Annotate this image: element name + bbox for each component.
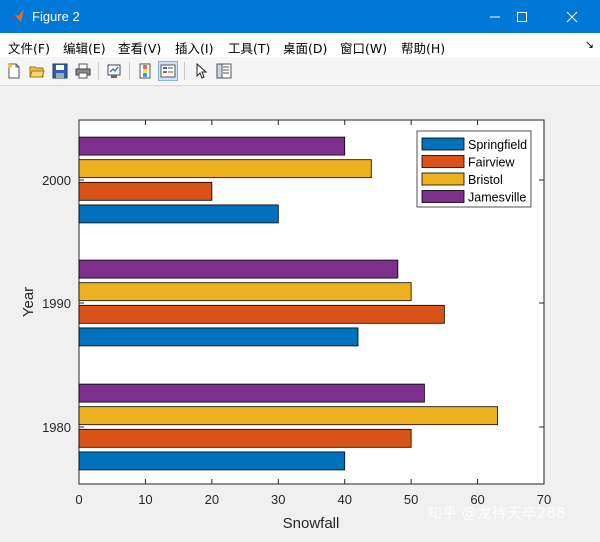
bar-bristol-1980[interactable] <box>78 406 498 426</box>
y-tick-label: 1990 <box>42 296 71 311</box>
close-button[interactable] <box>549 0 595 33</box>
bar-fairview-1980[interactable] <box>78 428 412 448</box>
menu-overflow-arrow-icon[interactable]: ↘ <box>585 38 594 51</box>
bar-fairview-2000[interactable] <box>78 181 213 201</box>
legend-label-fairview: Fairview <box>468 156 516 170</box>
bar-bristol-1990[interactable] <box>78 282 412 302</box>
legend-swatch-springfield <box>421 137 465 151</box>
bar-jamesville-2000[interactable] <box>78 136 346 156</box>
bar-chart[interactable]: 0 10 20 30 40 50 60 70 198019902000 Snowfall Ye… <box>1 86 599 537</box>
legend-swatch-jamesville <box>421 190 465 203</box>
menu-desktop[interactable]: 桌面(D) <box>283 38 327 57</box>
x-tick-label: 10 <box>138 492 152 507</box>
bar-jamesville-1980[interactable] <box>78 383 425 403</box>
menu-view[interactable]: 查看(V) <box>118 38 161 57</box>
save-icon <box>52 63 68 79</box>
menu-bar: 文件(F) 编辑(E) 查看(V) 插入(I) 工具(T) 桌面(D) 窗口(W… <box>0 33 600 57</box>
matlab-logo-icon <box>10 9 24 22</box>
insert-colorbar-icon <box>139 63 151 79</box>
legend-swatch-bristol <box>421 172 465 186</box>
title-bar: Figure 2 <box>0 0 600 33</box>
link-plot-button[interactable] <box>104 61 124 81</box>
x-tick-label: 0 <box>75 492 82 507</box>
x-tick-label: 30 <box>271 492 285 507</box>
edit-plot-arrow-icon <box>196 63 208 79</box>
bar-springfield-2000[interactable] <box>78 204 279 224</box>
toolbar-separator <box>98 62 99 80</box>
open-file-icon <box>29 66 45 78</box>
insert-colorbar-button[interactable] <box>135 61 155 81</box>
menu-help[interactable]: 帮助(H) <box>401 38 445 57</box>
close-icon <box>566 11 578 22</box>
bar-springfield-1980[interactable] <box>78 451 346 471</box>
menu-edit[interactable]: 编辑(E) <box>63 38 106 57</box>
link-plot-icon <box>107 64 121 78</box>
menu-insert[interactable]: 插入(I) <box>175 38 213 57</box>
menu-window[interactable]: 窗口(W) <box>340 38 387 57</box>
new-figure-button[interactable] <box>4 61 24 81</box>
menu-file[interactable]: 文件(F) <box>8 38 50 57</box>
bar-jamesville-1990[interactable] <box>78 259 399 279</box>
y-tick-label: 2000 <box>42 173 71 188</box>
print-icon <box>75 63 91 79</box>
edit-plot-button[interactable] <box>191 61 211 81</box>
open-file-button[interactable] <box>27 61 47 81</box>
x-axis-label: Snowfall <box>283 515 340 532</box>
legend[interactable]: Springfield Fairview Bristol Jamesville <box>416 130 532 208</box>
new-figure-icon <box>8 63 20 79</box>
property-inspector-icon <box>216 63 232 79</box>
toolbar-separator <box>129 62 130 80</box>
y-tick-label: 1980 <box>42 420 71 435</box>
bar-springfield-1990[interactable] <box>78 327 359 347</box>
figure-toolbar <box>0 57 600 86</box>
legend-label-springfield: Springfield <box>468 138 527 152</box>
x-tick-label: 40 <box>337 492 351 507</box>
x-tick-label: 20 <box>205 492 219 507</box>
maximize-button[interactable] <box>499 0 545 33</box>
figure-canvas: 0 10 20 30 40 50 60 70 1980 1990 2000 Snowfall Ye… <box>1 86 599 537</box>
legend-label-jamesville: Jamesville <box>468 191 526 205</box>
toolbar-separator <box>184 62 185 80</box>
insert-legend-button[interactable] <box>158 61 178 81</box>
maximize-icon <box>517 11 527 22</box>
print-button[interactable] <box>73 61 93 81</box>
legend-label-bristol: Bristol <box>468 173 503 187</box>
window-title: Figure 2 <box>32 9 80 24</box>
legend-swatch-fairview <box>421 155 465 168</box>
bar-fairview-1990[interactable] <box>78 304 445 324</box>
y-axis-label: Year <box>20 287 37 317</box>
menu-tools[interactable]: 工具(T) <box>228 38 270 57</box>
insert-legend-icon <box>160 64 176 78</box>
property-inspector-button[interactable] <box>214 61 234 81</box>
x-tick-label: 50 <box>404 492 418 507</box>
bar-bristol-2000[interactable] <box>78 159 372 179</box>
watermark-text: 知乎 @龙待天卒288 <box>427 504 566 522</box>
save-button[interactable] <box>50 61 70 81</box>
